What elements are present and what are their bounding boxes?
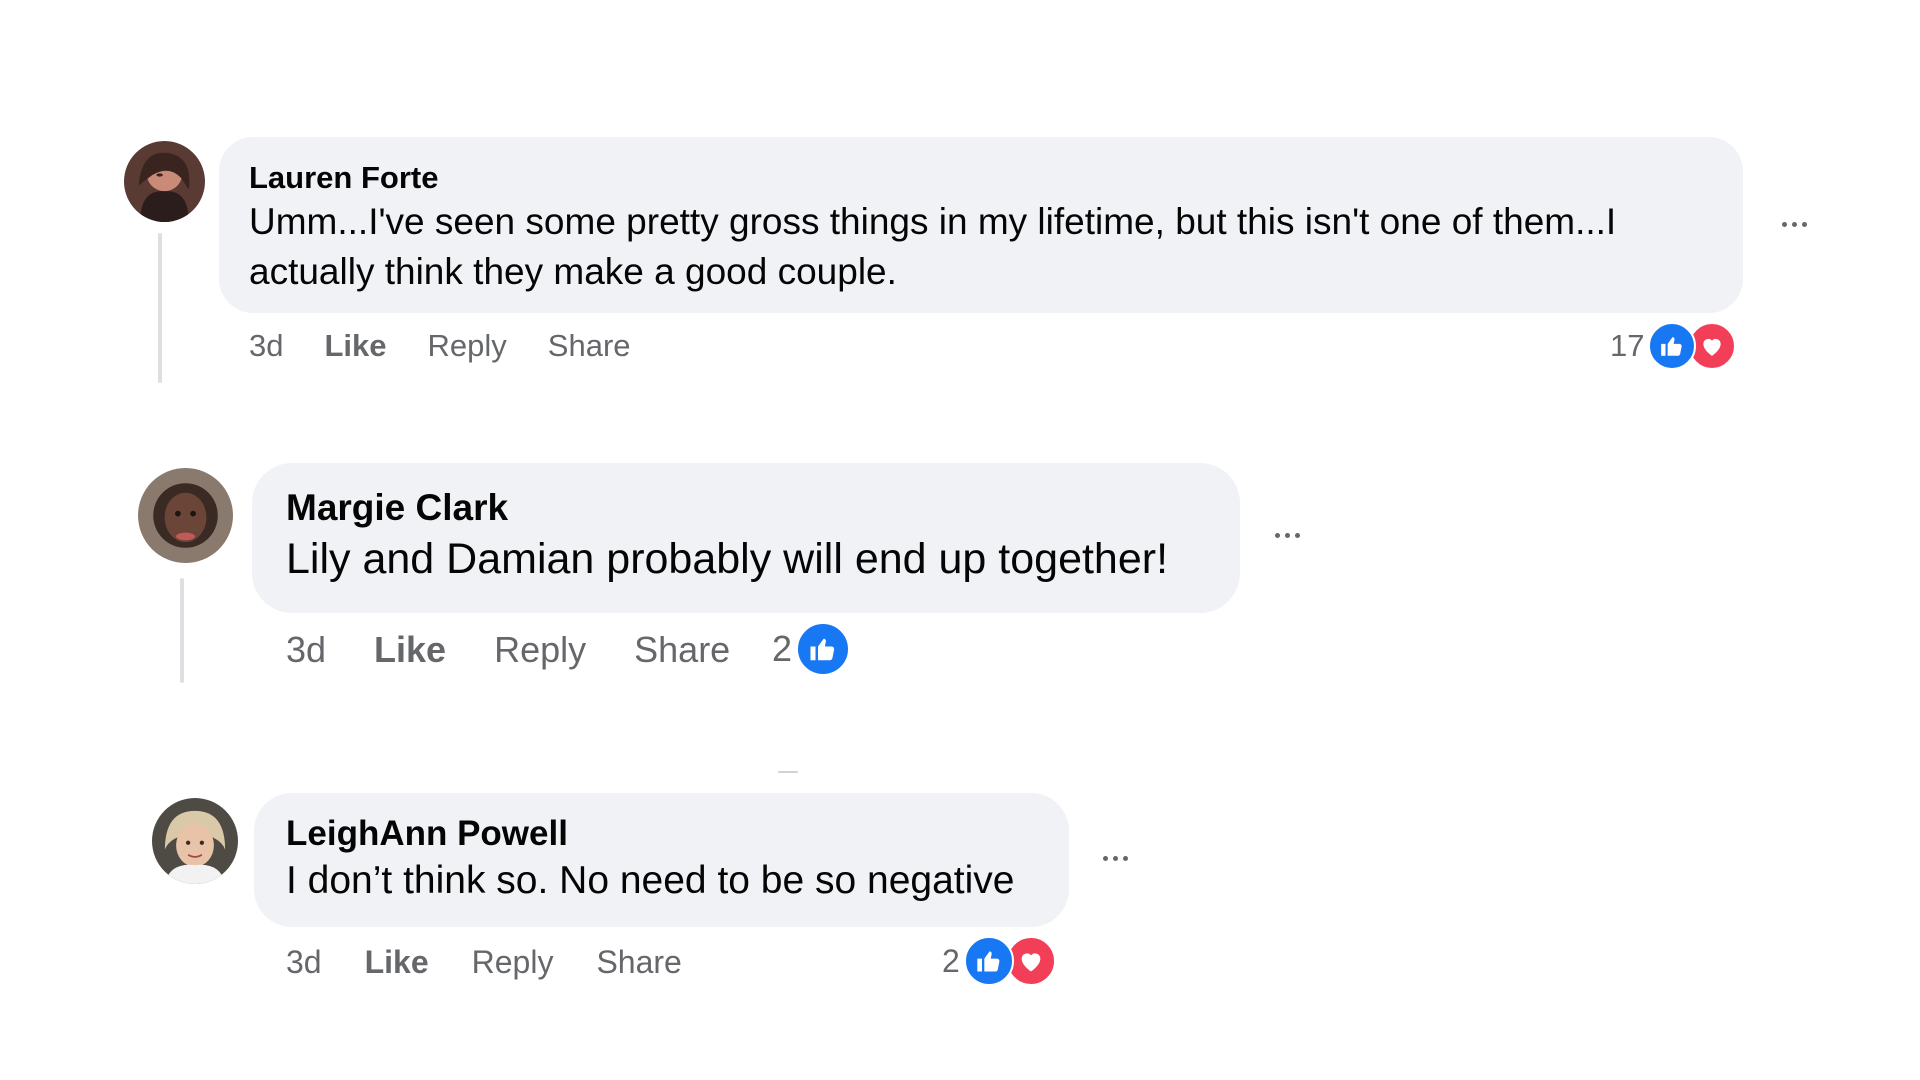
reaction-summary[interactable]: 2	[772, 622, 851, 676]
comment-text-line: Lily and Damian probably will end up tog…	[286, 535, 1169, 583]
avatar[interactable]	[152, 798, 238, 884]
comment-actions: 3d Like Reply Share	[286, 940, 725, 984]
comment-author[interactable]: Lauren Forte	[249, 159, 1715, 197]
comment-text-line: Umm...I've seen some pretty gross things…	[249, 201, 1617, 242]
like-icon	[1648, 322, 1697, 370]
share-button[interactable]: Share	[596, 944, 681, 981]
comment-timestamp[interactable]: 3d	[286, 944, 322, 981]
avatar[interactable]	[124, 141, 205, 222]
more-options-icon[interactable]	[1782, 222, 1807, 227]
comment-timestamp[interactable]: 3d	[249, 328, 283, 364]
avatar-image	[138, 468, 233, 563]
like-button[interactable]: Like	[374, 629, 446, 671]
like-icon	[796, 622, 851, 676]
avatar-image	[124, 141, 205, 222]
like-button[interactable]: Like	[324, 328, 386, 364]
avatar[interactable]	[138, 468, 233, 563]
comment-bubble: Lauren Forte Umm...I've seen some pretty…	[219, 137, 1743, 313]
reaction-summary[interactable]: 17	[1610, 322, 1737, 370]
comment-author[interactable]: LeighAnn Powell	[286, 813, 1041, 855]
share-button[interactable]: Share	[634, 629, 730, 671]
reply-button[interactable]: Reply	[472, 944, 554, 981]
comment-actions: 3d Like Reply Share	[249, 326, 672, 366]
comment-timestamp[interactable]: 3d	[286, 629, 326, 671]
reply-button[interactable]: Reply	[494, 629, 586, 671]
like-button[interactable]: Like	[365, 944, 429, 981]
reaction-count: 2	[942, 942, 960, 979]
reaction-count: 2	[772, 628, 793, 669]
thread-line	[180, 578, 184, 683]
more-options-icon[interactable]	[1275, 533, 1300, 538]
more-options-icon[interactable]	[1103, 856, 1128, 861]
comment-text-line: actually think they make a good couple.	[249, 251, 897, 292]
reaction-count: 17	[1610, 328, 1645, 363]
comment-actions: 3d Like Reply Share	[286, 626, 778, 674]
reaction-summary[interactable]: 2	[942, 936, 1056, 986]
share-button[interactable]: Share	[548, 328, 631, 364]
comment-author[interactable]: Margie Clark	[286, 485, 1210, 531]
comment-bubble: LeighAnn Powell I don’t think so. No nee…	[254, 793, 1069, 927]
comment-text-line: I don’t think so. No need to be so negat…	[286, 859, 1015, 902]
comment-bubble: Margie Clark Lily and Damian probably wi…	[252, 463, 1240, 613]
like-icon	[963, 936, 1014, 986]
avatar-image	[152, 798, 238, 884]
thread-line	[158, 233, 162, 383]
reply-button[interactable]: Reply	[428, 328, 507, 364]
divider	[778, 771, 798, 773]
